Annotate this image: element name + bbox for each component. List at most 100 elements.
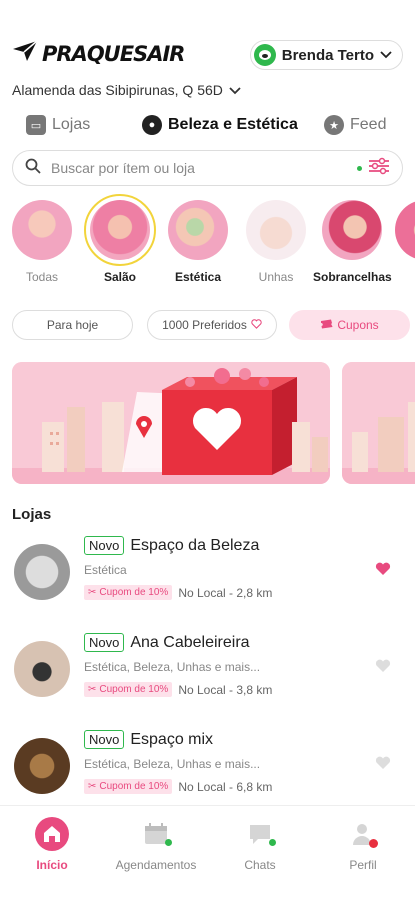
filter-icon — [368, 157, 390, 180]
chip-cupons[interactable]: Cupons — [289, 310, 410, 340]
store-icon: ▭ — [26, 115, 46, 135]
store-info: Novo Espaço mix Estética, Beleza, Unhas … — [84, 730, 272, 794]
story-avatar — [10, 198, 74, 262]
user-avatar — [253, 44, 276, 66]
tab-label: Lojas — [52, 116, 91, 133]
story-label: Estética — [174, 270, 222, 284]
alert-dot — [369, 839, 378, 848]
search-bar[interactable]: Buscar por ítem ou loja — [12, 150, 403, 186]
store-distance: No Local - 3,8 km — [178, 682, 273, 697]
store-name: Espaço da Beleza — [130, 536, 260, 554]
store-distance: No Local - 6,8 km — [178, 779, 273, 794]
nav-label: Perfil — [349, 858, 377, 872]
filter-button[interactable] — [357, 157, 390, 180]
story-unhas[interactable]: Unhas — [237, 198, 315, 284]
chip-label: Para hoje — [46, 318, 99, 332]
ticket-icon: ✂ — [88, 684, 97, 695]
story-avatar — [166, 198, 230, 262]
tab-label: Beleza e Estética — [168, 116, 298, 133]
chip-para-hoje[interactable]: Para hoje — [12, 310, 133, 340]
store-categories: Estética, Beleza, Unhas e mais... — [84, 757, 261, 771]
promo-banner[interactable] — [12, 362, 330, 484]
coupon-badge: ✂ Cupom de 10% — [84, 585, 173, 600]
store-avatar — [14, 641, 70, 697]
brand-name: PRAQUESAIR — [42, 41, 185, 66]
story-estetica[interactable]: Estética — [159, 198, 237, 284]
store-avatar — [14, 544, 70, 600]
nav-label: Chats — [244, 858, 276, 872]
tab-label: Feed — [350, 116, 387, 133]
heart-outline-icon[interactable] — [375, 659, 391, 678]
story-label: Salão — [103, 270, 136, 284]
tab-feed[interactable]: ★ Feed — [324, 115, 386, 135]
story-avatar — [393, 198, 415, 262]
story-avatar-selected — [84, 194, 156, 266]
notification-dot — [165, 839, 172, 846]
story-label: Unhas — [258, 270, 294, 284]
nav-agendamentos[interactable]: Agendamentos — [104, 816, 208, 872]
nav-perfil[interactable]: Perfil — [311, 816, 415, 872]
chip-preferidos[interactable]: 1000 Preferidos — [147, 310, 277, 340]
store-info: Novo Espaço da Beleza Estética ✂ Cupom d… — [84, 536, 272, 600]
heart-outline-icon — [251, 318, 262, 332]
chevron-down-icon — [380, 46, 392, 64]
store-categories: Estética — [84, 563, 127, 577]
notification-dot — [269, 839, 276, 846]
user-menu-button[interactable]: Brenda Terto — [249, 40, 403, 70]
star-icon: ★ — [324, 115, 344, 135]
store-categories: Estética, Beleza, Unhas e mais... — [84, 660, 261, 674]
banner-illustration — [342, 362, 415, 484]
store-name: Ana Cabeleireira — [130, 633, 250, 651]
promo-carousel[interactable] — [12, 362, 415, 484]
coupon-text: Cupom de 10% — [99, 587, 169, 598]
coupon-text: Cupom de 10% — [99, 684, 169, 695]
tab-beleza-estetica[interactable]: ● Beleza e Estética — [142, 115, 298, 135]
story-salao[interactable]: Salão — [81, 194, 159, 284]
calendar-icon — [138, 816, 174, 852]
chat-icon — [242, 816, 278, 852]
category-stories: Todas Salão Estética Unhas Sobrancelhas — [0, 194, 415, 298]
nav-label: Início — [36, 858, 68, 872]
address-selector[interactable]: Alamenda das Sibipirunas, Q 56D — [12, 82, 241, 98]
new-badge: Novo — [84, 730, 125, 749]
ticket-icon: ✂ — [88, 781, 97, 792]
story-label: Sobrancelhas — [313, 270, 392, 284]
filter-indicator — [357, 165, 362, 171]
story-label: Todas — [25, 270, 59, 284]
nav-chats[interactable]: Chats — [208, 816, 312, 872]
store-card[interactable]: Novo Ana Cabeleireira Estética, Beleza, … — [0, 633, 415, 713]
bottom-navigation: Início Agendamentos Chats Perfil — [0, 805, 415, 900]
nav-inicio[interactable]: Início — [0, 816, 104, 872]
store-avatar — [14, 738, 70, 794]
address-text: Alamenda das Sibipirunas, Q 56D — [12, 82, 223, 98]
search-icon — [25, 158, 41, 179]
beauty-icon: ● — [142, 115, 162, 135]
story-todas[interactable]: Todas — [3, 198, 81, 284]
story-more[interactable] — [393, 198, 415, 262]
chip-label: 1000 Preferidos — [162, 318, 247, 332]
ticket-icon — [320, 318, 333, 332]
story-sobrancelhas[interactable]: Sobrancelhas — [313, 198, 392, 284]
paper-plane-icon — [12, 40, 38, 67]
header: PRAQUESAIR Brenda Terto Alamenda das Sib… — [0, 0, 415, 110]
promo-banner[interactable] — [342, 362, 415, 484]
coupon-badge: ✂ Cupom de 10% — [84, 779, 173, 794]
user-name: Brenda Terto — [281, 46, 374, 64]
chevron-down-icon — [229, 82, 241, 98]
store-card[interactable]: Novo Espaço mix Estética, Beleza, Unhas … — [0, 730, 415, 810]
chip-label: Cupons — [337, 318, 379, 332]
story-avatar — [320, 198, 384, 262]
home-icon — [34, 816, 70, 852]
tab-lojas[interactable]: ▭ Lojas — [26, 115, 90, 135]
store-info: Novo Ana Cabeleireira Estética, Beleza, … — [84, 633, 272, 697]
story-avatar — [244, 198, 308, 262]
new-badge: Novo — [84, 536, 125, 555]
ticket-icon: ✂ — [88, 587, 97, 598]
store-card[interactable]: Novo Espaço da Beleza Estética ✂ Cupom d… — [0, 536, 415, 616]
store-distance: No Local - 2,8 km — [178, 585, 273, 600]
heart-filled-icon[interactable] — [375, 562, 391, 581]
heart-outline-icon[interactable] — [375, 756, 391, 775]
search-input[interactable]: Buscar por ítem ou loja — [51, 160, 357, 176]
logo: PRAQUESAIR — [12, 40, 185, 67]
section-title: Lojas — [12, 506, 52, 523]
